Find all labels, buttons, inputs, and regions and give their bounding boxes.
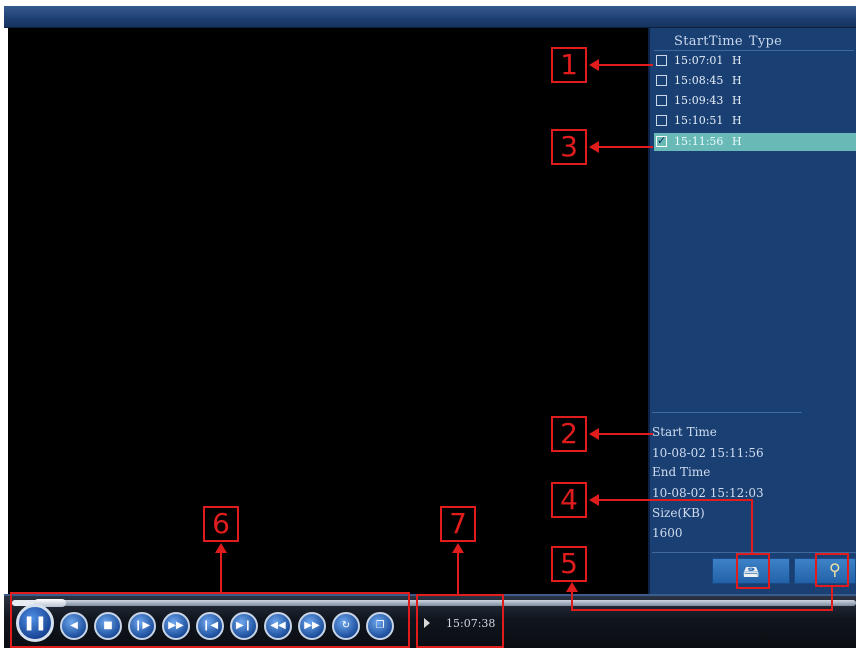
record-type: H — [732, 94, 742, 107]
callout-arrow — [589, 59, 599, 71]
record-checkbox[interactable] — [656, 115, 667, 126]
size-value: 1600 — [652, 526, 683, 540]
callout-line — [597, 499, 753, 501]
record-row[interactable]: 15:09:43 H — [654, 92, 856, 110]
callout-line — [597, 64, 653, 66]
callout-box-controls — [10, 592, 410, 648]
start-time-label: Start Time — [652, 425, 717, 439]
callout-line — [831, 586, 833, 611]
callout-arrow — [589, 141, 599, 153]
record-checkbox-checked[interactable] — [656, 134, 667, 147]
record-list-header: StartTime Type — [674, 34, 782, 49]
callout-line — [571, 609, 833, 611]
callout-label-1: 1 — [551, 47, 587, 83]
size-label: Size(KB) — [652, 506, 705, 520]
end-time-label: End Time — [652, 465, 711, 479]
callout-label-2: 2 — [551, 416, 587, 452]
header-type: Type — [748, 34, 783, 49]
record-time: 15:07:01 — [674, 54, 724, 67]
record-type: H — [732, 135, 742, 148]
callout-line — [220, 552, 222, 594]
record-time: 15:08:45 — [674, 74, 724, 87]
callout-box-search — [815, 553, 849, 587]
record-checkbox[interactable] — [656, 75, 667, 86]
header-starttime: StartTime — [674, 34, 743, 49]
record-row[interactable]: 15:07:01 H — [654, 52, 856, 70]
callout-label-7: 7 — [440, 506, 476, 542]
callout-line — [597, 146, 653, 148]
record-type: H — [732, 114, 742, 127]
callout-line — [751, 499, 753, 555]
callout-box-time — [416, 594, 504, 648]
callout-label-5: 5 — [551, 546, 587, 582]
record-type: H — [732, 54, 742, 67]
callout-arrow — [589, 494, 599, 506]
divider — [654, 50, 854, 51]
record-type: H — [732, 74, 742, 87]
end-time-value: 10-08-02 15:12:03 — [652, 486, 764, 500]
start-time-value: 10-08-02 15:11:56 — [652, 446, 764, 460]
callout-line — [457, 552, 459, 594]
playback-screen: StartTime Type 15:07:01 H 15:08:45 H 15:0… — [0, 0, 856, 648]
callout-arrow — [589, 428, 599, 440]
record-row[interactable]: 15:08:45 H — [654, 72, 856, 90]
callout-box-backup — [736, 553, 770, 589]
record-time: 15:10:51 — [674, 114, 724, 127]
record-time: 15:11:56 — [674, 135, 724, 148]
callout-label-6: 6 — [203, 506, 239, 542]
callout-line — [571, 590, 573, 611]
record-checkbox[interactable] — [656, 95, 667, 106]
callout-label-3: 3 — [551, 129, 587, 165]
record-row[interactable]: 15:10:51 H — [654, 112, 856, 130]
title-bar — [4, 6, 856, 28]
record-checkbox[interactable] — [656, 55, 667, 66]
divider — [652, 412, 802, 413]
callout-line — [597, 433, 653, 435]
record-row-selected[interactable]: 15:11:56 H — [654, 133, 856, 151]
callout-label-4: 4 — [551, 482, 587, 518]
record-time: 15:09:43 — [674, 94, 724, 107]
